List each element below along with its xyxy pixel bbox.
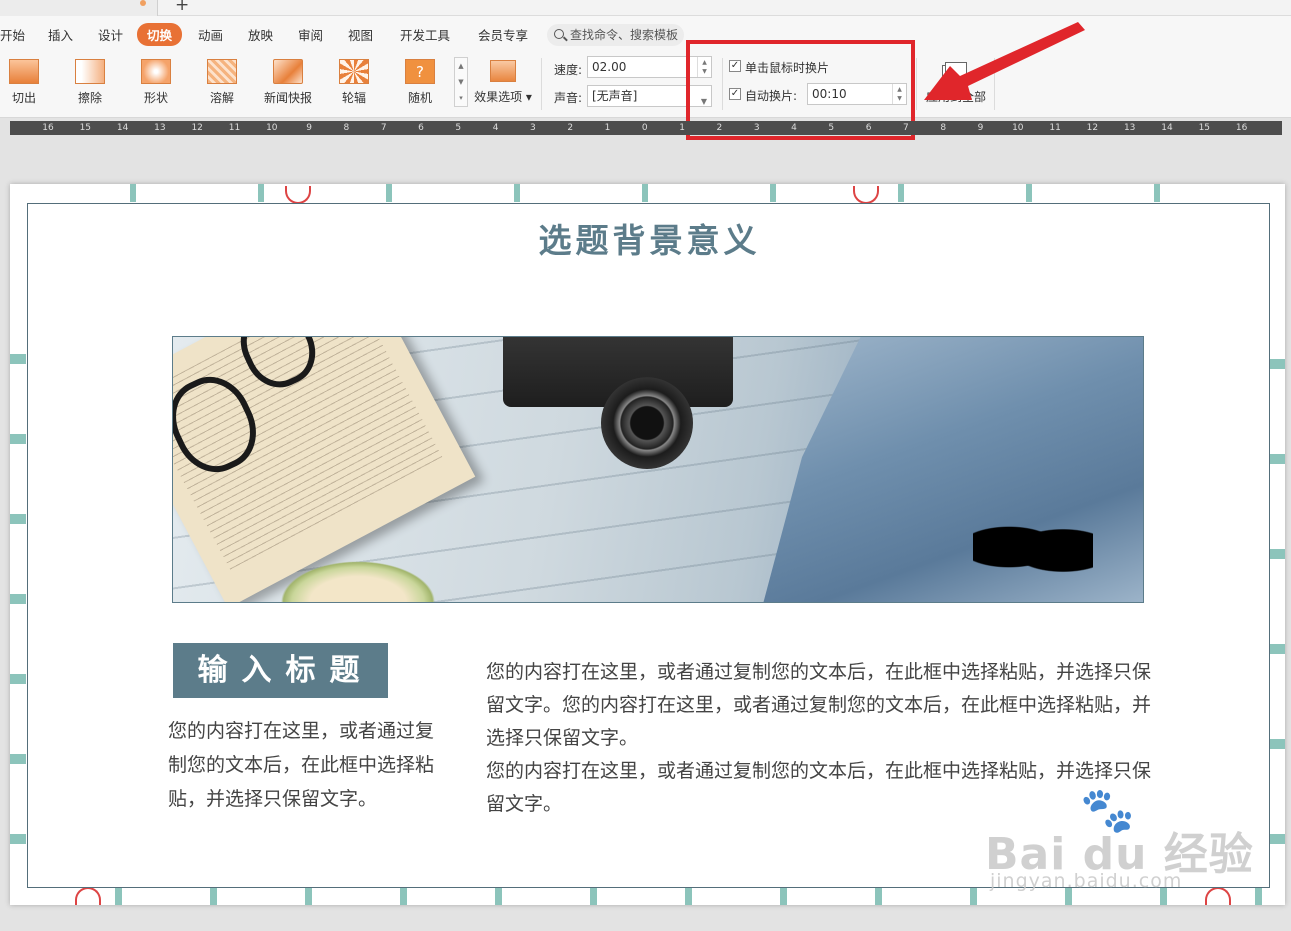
wheel-effect-icon [339,59,369,84]
ruler-tick: 11 [228,123,241,133]
decor-left [10,324,26,884]
effect-dissolve[interactable]: 溶解 [190,57,254,106]
effect-shape[interactable]: 形状 [124,57,188,106]
search-placeholder: 查找命令、搜索模板 [570,28,679,42]
horizontal-ruler[interactable]: 16 15 14 13 12 11 10 9 8 7 6 5 4 3 2 1 0 1 2 3 4 5 6 7 8 9 10 11 12 1… [10,121,1282,135]
menu-member[interactable]: 会员专享 [478,25,528,44]
menu-insert[interactable]: 插入 [48,25,73,44]
wipe-effect-icon [75,59,105,84]
ruler-tick: 15 [1198,123,1211,133]
cut-effect-icon [9,59,39,84]
effect-options-icon [490,60,516,82]
menu-view[interactable]: 视图 [348,25,373,44]
effect-options-button[interactable]: 效果选项 ▾ [472,60,534,105]
decor-top [70,184,1280,202]
divider [541,58,542,110]
baidu-jingyan-watermark: 🐾 Bai du 经验 jingyan.baidu.com [985,785,1253,894]
ruler-tick: 15 [79,123,92,133]
effect-wheel[interactable]: 轮辐 [322,57,386,106]
right-text-box[interactable]: 您的内容打在这里，或者通过复制您的文本后，在此框中选择粘贴，并选择只保留文字。您… [486,656,1156,821]
annotation-arrow-icon [924,22,1085,100]
sound-value: [无声音] [592,89,638,103]
ruler-tick: 12 [1086,123,1099,133]
effect-cut[interactable]: 切出 [0,57,56,106]
speed-label: 速度: [554,63,583,77]
transition-ribbon: 切出 擦除 形状 溶解 新闻快报 轮辐 ? 随机 ▲ ▼ ▾ 效果选项 ▾ 速度: 0… [0,52,1291,118]
ruler-tick: 13 [1123,123,1136,133]
menu-animation[interactable]: 动画 [198,25,223,44]
menu-transition[interactable]: 切换 [137,23,183,46]
new-tab-plus-icon[interactable]: + [175,0,189,15]
document-tab[interactable] [0,0,158,16]
ruler-tick: 1 [604,123,611,133]
gallery-scroll[interactable]: ▲ ▼ ▾ [454,57,468,107]
effect-label: 轮辐 [341,91,366,105]
ruler-tick: 8 [940,123,947,133]
ruler-tick: 5 [828,123,835,133]
newsflash-effect-icon [273,59,303,84]
ruler-tick: 2 [716,123,723,133]
ruler-tick: 2 [567,123,574,133]
ruler-tick: 3 [753,123,760,133]
ruler-tick: 4 [492,123,499,133]
ruler-tick: 16 [1235,123,1248,133]
divider [916,58,917,110]
ruler-tick: 8 [343,123,350,133]
ruler-tick: 14 [1161,123,1173,133]
effect-label: 溶解 [209,91,234,105]
effect-label: 随机 [407,91,432,105]
right-paragraph-1: 您的内容打在这里，或者通过复制您的文本后，在此框中选择粘贴，并选择只保留文字。您… [486,661,1152,749]
effect-newsflash[interactable]: 新闻快报 [256,57,320,106]
tab-strip: + [0,0,1291,16]
slide-canvas[interactable]: 选题背景意义 输入标题 您的内容打在这里，或者通过复制您的文本后，在此框中选择粘… [10,184,1285,905]
menu-developer[interactable]: 开发工具 [400,25,450,44]
slide-title[interactable]: 选题背景意义 [28,214,1271,262]
effect-options-label: 效果选项 [474,90,523,104]
effect-label: 形状 [143,91,168,105]
effect-random[interactable]: ? 随机 [388,57,452,106]
menu-review[interactable]: 审阅 [298,25,323,44]
ruler-tick: 12 [191,123,203,133]
ruler-tick: 1 [679,123,685,133]
ruler-tick: 10 [266,123,278,133]
ruler-tick: 4 [791,123,797,133]
menu-bar: 开始 插入 设计 切换 动画 放映 审阅 视图 开发工具 会员专享 查找命令、搜… [0,16,1291,52]
ruler-tick: 9 [977,123,984,133]
unsaved-dot-icon [140,0,146,6]
menu-start[interactable]: 开始 [0,25,25,44]
camera-lens-image [601,377,693,469]
left-text-box[interactable]: 您的内容打在这里，或者通过复制您的文本后，在此框中选择粘贴，并选择只保留文字。 [168,714,438,816]
ruler-tick: 16 [42,123,54,133]
search-icon [554,29,564,39]
effect-wipe[interactable]: 擦除 [58,57,122,106]
ruler-tick: 0 [641,123,648,133]
shape-effect-icon [141,59,171,84]
section-heading-badge[interactable]: 输入标题 [173,643,388,698]
decor-right [1269,324,1285,884]
ruler-tick: 6 [865,123,872,133]
menu-slideshow[interactable]: 放映 [248,25,273,44]
travel-photo[interactable] [172,336,1144,603]
sunglasses-image [973,512,1093,582]
sound-label: 声音: [554,91,583,105]
ruler-tick: 14 [116,123,129,133]
command-search-input[interactable]: 查找命令、搜索模板 [547,24,684,46]
speed-value: 02.00 [592,60,627,74]
effect-label: 擦除 [77,91,102,105]
dissolve-effect-icon [207,59,237,84]
menu-design[interactable]: 设计 [98,25,123,44]
ruler-tick: 6 [418,123,424,133]
ruler-tick: 10 [1012,123,1024,133]
ruler-tick: 11 [1049,123,1061,133]
ruler-tick: 7 [903,123,909,133]
effect-label: 新闻快报 [263,91,312,105]
ruler-tick: 9 [306,123,312,133]
ruler-tick: 5 [455,123,462,133]
watermark-url: jingyan.baidu.com [990,870,1183,892]
ruler-tick: 7 [380,123,387,133]
ruler-tick: 13 [154,123,166,133]
random-effect-icon: ? [405,59,435,84]
effect-label: 切出 [11,91,36,105]
ruler-tick: 3 [530,123,536,133]
